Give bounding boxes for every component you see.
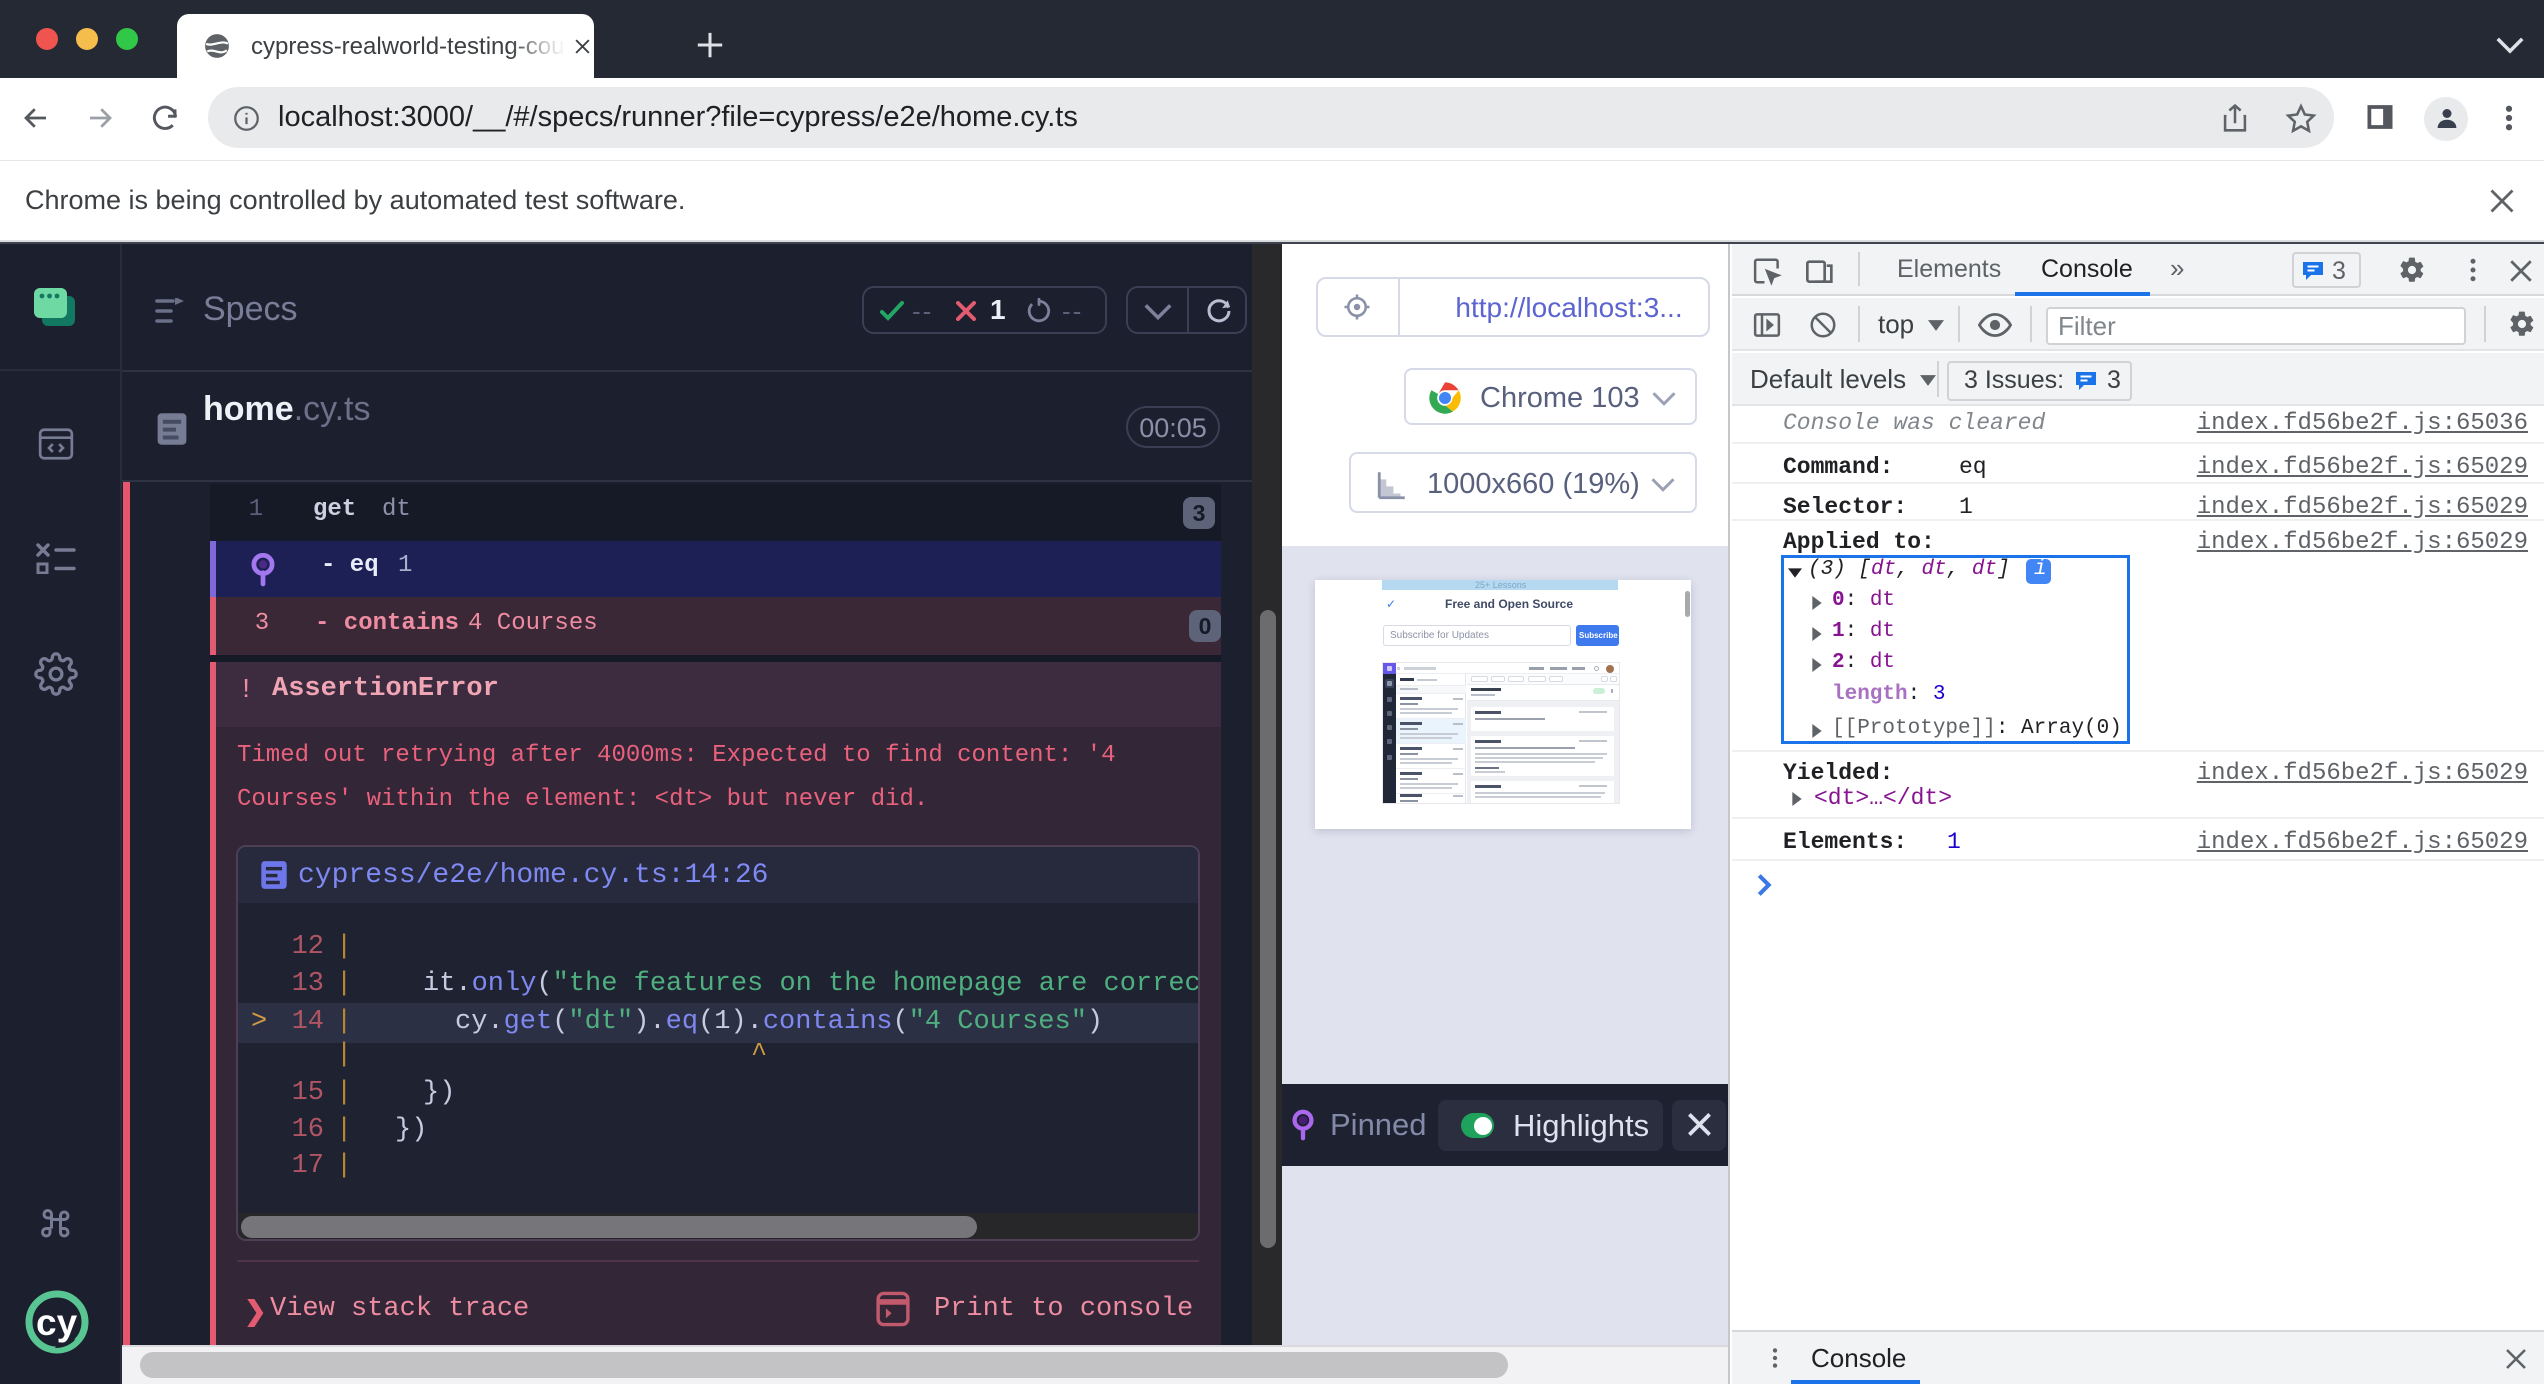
svg-text:cy: cy bbox=[36, 1302, 78, 1343]
